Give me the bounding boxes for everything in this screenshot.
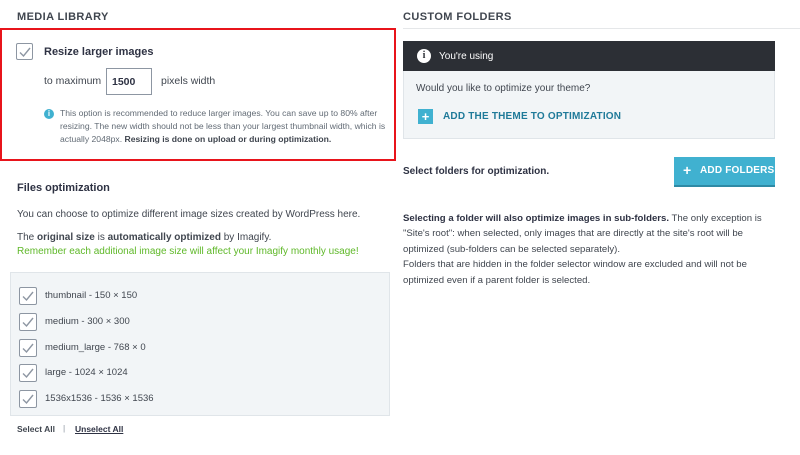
resize-info-text: This option is recommended to reduce lar…: [60, 108, 386, 144]
files-optimization-desc: You can choose to optimize different ima…: [17, 209, 361, 220]
folders-description: Selecting a folder will also optimize im…: [403, 213, 762, 286]
info-icon: i: [417, 49, 431, 63]
size-label: thumbnail - 150 × 150: [45, 290, 138, 301]
theme-notice-header: i You're using: [403, 41, 775, 71]
resize-label: Resize larger images: [44, 46, 154, 58]
notice-question: Would you like to optimize your theme?: [416, 83, 591, 94]
add-folders-button[interactable]: + ADD FOLDERS: [674, 157, 775, 185]
select-all-link[interactable]: Select All: [17, 424, 55, 434]
max-width-input[interactable]: 1500: [106, 68, 152, 95]
size-label: 1536x1536 - 1536 × 1536: [45, 393, 154, 404]
size-label: medium - 300 × 300: [45, 316, 130, 327]
checkmark-icon: [19, 47, 31, 58]
pixels-width-label: pixels width: [161, 75, 216, 87]
plus-icon: +: [683, 162, 692, 178]
add-theme-link[interactable]: ADD THE THEME TO OPTIMIZATION: [443, 111, 621, 122]
original-size-note: The original size is automatically optim…: [17, 232, 272, 243]
media-library-title: MEDIA LIBRARY: [17, 11, 109, 23]
checkmark-icon: [22, 394, 34, 405]
checkmark-icon: [22, 317, 34, 328]
size-label: large - 1024 × 1024: [45, 367, 128, 378]
usage-warning: Remember each additional image size will…: [17, 246, 359, 257]
to-maximum-label: to maximum: [44, 75, 102, 87]
size-checkbox[interactable]: [19, 287, 37, 305]
checkmark-icon: [22, 343, 34, 354]
size-checkbox[interactable]: [19, 313, 37, 331]
custom-folders-title: CUSTOM FOLDERS: [403, 11, 512, 23]
size-checkbox[interactable]: [19, 390, 37, 408]
image-sizes-list: thumbnail - 150 × 150 medium - 300 × 300…: [10, 272, 390, 416]
size-label: medium_large - 768 × 0: [45, 342, 146, 353]
link-separator: |: [63, 423, 66, 433]
files-optimization-title: Files optimization: [17, 182, 110, 194]
select-folders-label: Select folders for optimization.: [403, 166, 550, 177]
checkmark-icon: [22, 291, 34, 302]
size-checkbox[interactable]: [19, 364, 37, 382]
notice-title: You're using: [439, 51, 494, 62]
unselect-all-link[interactable]: Unselect All: [75, 424, 123, 434]
size-checkbox[interactable]: [19, 339, 37, 357]
checkmark-icon: [22, 368, 34, 379]
plus-icon: +: [418, 109, 433, 124]
resize-checkbox[interactable]: [16, 43, 33, 60]
theme-notice-body: Would you like to optimize your theme? +…: [403, 71, 775, 139]
info-icon: i: [44, 109, 54, 119]
resize-option-box: Resize larger images to maximum 1500 pix…: [0, 28, 396, 161]
